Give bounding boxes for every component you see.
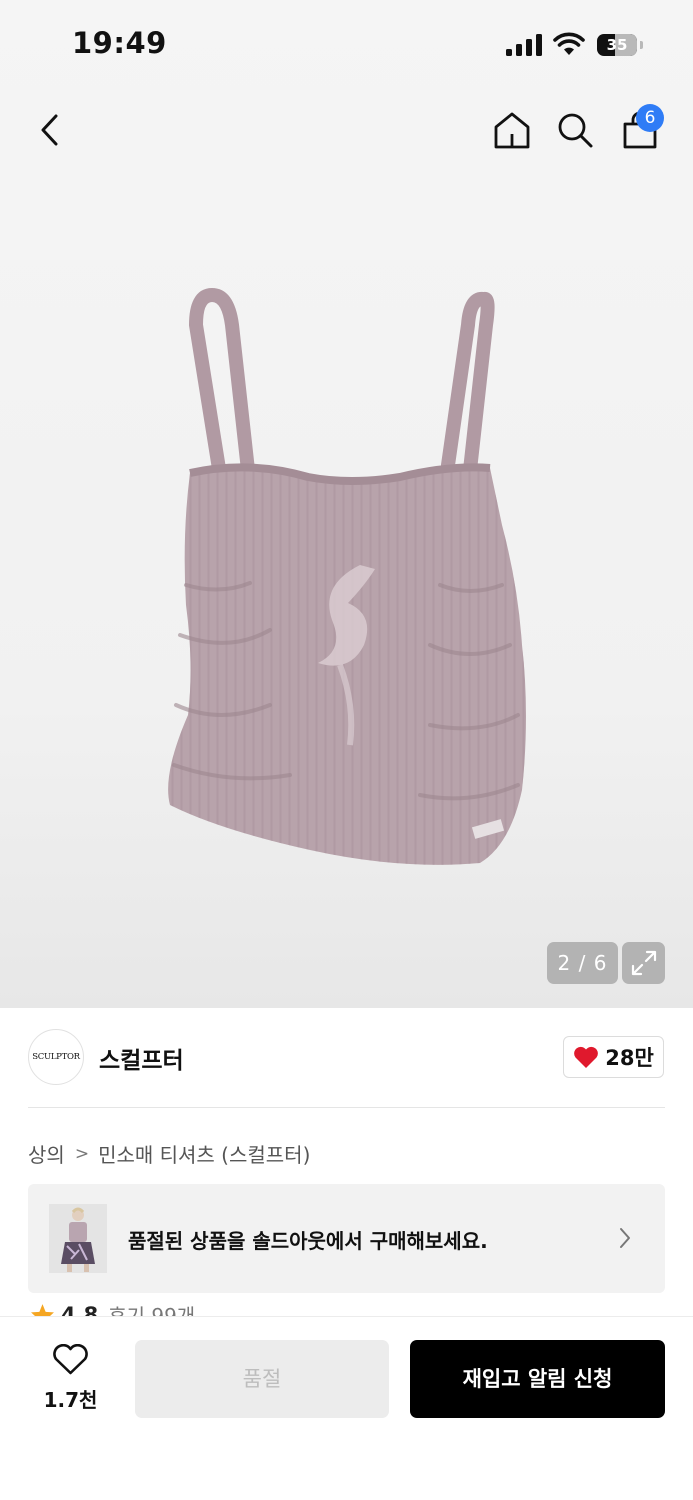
brand-like-button[interactable]: 28만 [563, 1036, 664, 1078]
restock-alert-button[interactable]: 재입고 알림 신청 [410, 1340, 665, 1418]
brand-logo-text: SCULPTOR [32, 1052, 80, 1062]
cellular-signal-icon [506, 34, 542, 56]
search-button[interactable] [551, 106, 599, 154]
model-thumbnail [49, 1204, 107, 1273]
back-button[interactable] [26, 106, 74, 154]
status-time: 19:49 [72, 26, 167, 60]
heart-outline-icon [53, 1344, 88, 1375]
heart-filled-icon [574, 1046, 599, 1068]
soldout-banner-text: 품절된 상품을 솔드아웃에서 구매해보세요. [128, 1229, 488, 1253]
product-image-gallery[interactable]: 19:49 35 6 2 / 6 [0, 0, 693, 1008]
brand-like-count: 28만 [605, 1046, 654, 1070]
battery-icon: 35 [597, 34, 637, 56]
breadcrumb: 상의 > 민소매 티셔츠 (스컬프터) [28, 1139, 310, 1168]
brand-name[interactable]: 스컬프터 [99, 1041, 184, 1075]
divider [28, 1107, 665, 1108]
battery-cap [640, 41, 643, 49]
chevron-left-icon [41, 114, 58, 146]
wishlist-button[interactable]: 1.7천 [28, 1340, 113, 1420]
search-icon [558, 113, 593, 148]
soldout-button: 품절 [135, 1340, 389, 1418]
brand-logo[interactable]: SCULPTOR [28, 1029, 84, 1085]
expand-button[interactable] [622, 942, 665, 984]
expand-icon [631, 950, 656, 976]
breadcrumb-category[interactable]: 상의 [28, 1139, 65, 1168]
wifi-icon [553, 32, 585, 55]
battery-level: 35 [606, 36, 628, 54]
wishlist-count: 1.7천 [43, 1388, 98, 1412]
cart-count-badge: 6 [636, 104, 664, 132]
image-counter: 2 / 6 [547, 942, 618, 984]
soldout-banner[interactable]: 품절된 상품을 솔드아웃에서 구매해보세요. [28, 1184, 665, 1293]
product-image[interactable] [150, 285, 545, 885]
chevron-right-icon: > [74, 1143, 90, 1164]
chevron-right-icon [620, 1228, 630, 1248]
home-button[interactable] [488, 106, 536, 154]
breadcrumb-subcategory[interactable]: 민소매 티셔츠 (스컬프터) [98, 1139, 310, 1168]
home-icon [494, 112, 530, 149]
